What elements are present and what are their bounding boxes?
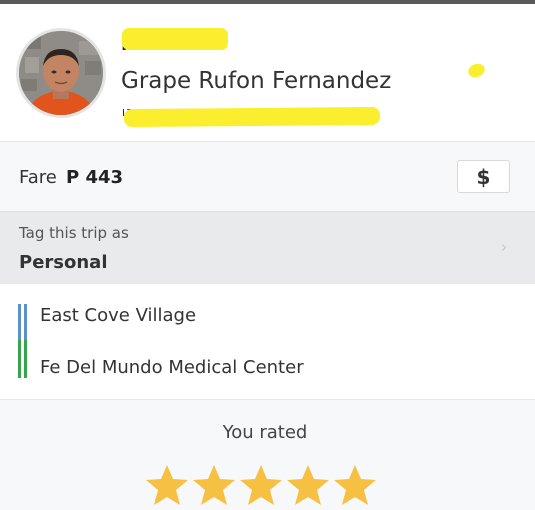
payment-button[interactable]: $: [457, 160, 510, 193]
pickup-line: [18, 304, 21, 340]
star-icon[interactable]: [287, 464, 329, 506]
driver-avatar: [19, 31, 103, 115]
fare-row: Fare P 443 $: [0, 141, 535, 211]
rating-section: You rated: [0, 400, 535, 510]
pickup-location: East Cove Village: [40, 305, 197, 326]
fare-amount: P 443: [66, 167, 124, 188]
driver-name: Grape Rufon Fernandez: [121, 68, 392, 94]
dropoff-line: [24, 340, 27, 378]
rated-label: You rated: [222, 422, 308, 443]
chevron-right-icon: ›: [501, 238, 507, 256]
star-rating: [146, 464, 376, 506]
star-icon[interactable]: [146, 464, 188, 506]
route-section: East Cove Village Fe Del Mundo Medical C…: [0, 284, 535, 400]
dropoff-location: Fe Del Mundo Medical Center: [40, 357, 304, 378]
redaction-mark: [122, 28, 228, 50]
dropoff-line: [18, 340, 21, 378]
tag-value: Personal: [19, 252, 108, 273]
redaction-mark: [466, 61, 487, 80]
redaction-mark: [123, 106, 381, 128]
fare-label: Fare: [19, 167, 57, 188]
star-icon[interactable]: [240, 464, 282, 506]
tag-label: Tag this trip as: [19, 224, 129, 242]
dollar-icon: $: [476, 164, 491, 189]
star-icon[interactable]: [193, 464, 235, 506]
trip-tag-row[interactable]: Tag this trip as Personal ›: [0, 211, 535, 284]
pickup-line: [24, 304, 27, 340]
star-icon[interactable]: [334, 464, 376, 506]
driver-section: N Grape Rufon Fernandez LTFRB: [0, 4, 535, 141]
